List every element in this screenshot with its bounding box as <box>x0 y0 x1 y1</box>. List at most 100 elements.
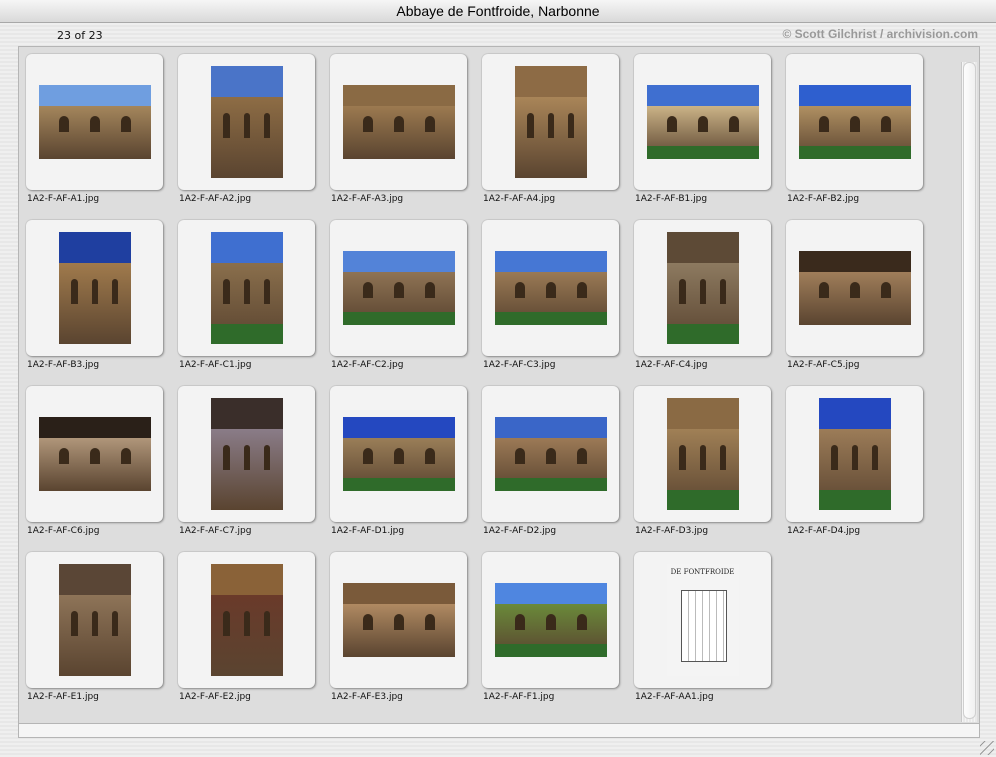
thumbnail-image[interactable] <box>494 251 607 325</box>
slide-frame[interactable] <box>634 220 771 356</box>
thumbnail-filename: 1A2-F-AF-E2.jpg <box>179 692 251 702</box>
slide-frame[interactable] <box>330 386 467 522</box>
thumbnail-image[interactable] <box>666 232 739 344</box>
thumbnail-item[interactable]: 1A2-F-AF-E3.jpg <box>323 544 475 702</box>
thumbnail-image[interactable] <box>342 583 455 657</box>
thumbnail-item[interactable]: 1A2-F-AF-B3.jpg <box>19 212 171 370</box>
thumbnail-item[interactable]: 1A2-F-AF-C3.jpg <box>475 212 627 370</box>
thumbnail-image[interactable] <box>210 564 283 676</box>
thumbnail-image[interactable] <box>494 417 607 491</box>
thumbnail-image[interactable] <box>666 398 739 510</box>
thumbnail-item[interactable]: 1A2-F-AF-E1.jpg <box>19 544 171 702</box>
thumbnail-filename: 1A2-F-AF-A2.jpg <box>179 194 252 204</box>
thumbnail-image[interactable] <box>494 583 607 657</box>
thumbnail-item[interactable]: 1A2-F-AF-C1.jpg <box>171 212 323 370</box>
slide-frame[interactable] <box>330 220 467 356</box>
thumbnail-image[interactable] <box>514 66 587 178</box>
slide-frame[interactable] <box>178 386 315 522</box>
thumbnail-image[interactable] <box>210 398 283 510</box>
thumbnail-image[interactable] <box>342 251 455 325</box>
thumbnail-filename: 1A2-F-AF-D2.jpg <box>483 526 557 536</box>
photo-sky <box>494 583 607 604</box>
photo-window <box>394 448 405 465</box>
resize-grip-icon[interactable] <box>980 741 994 755</box>
slide-frame[interactable] <box>482 220 619 356</box>
slide-frame[interactable] <box>634 386 771 522</box>
photo-window <box>850 282 861 299</box>
slide-frame[interactable] <box>482 552 619 688</box>
slide-frame[interactable]: DE FONTFROIDE <box>634 552 771 688</box>
thumbnail-item[interactable]: 1A2-F-AF-A4.jpg <box>475 46 627 204</box>
photo-sky <box>38 85 151 106</box>
slide-frame[interactable] <box>178 552 315 688</box>
thumbnail-item[interactable]: 1A2-F-AF-A3.jpg <box>323 46 475 204</box>
photo-vegetation <box>494 311 607 325</box>
thumbnail-item[interactable]: 1A2-F-AF-A1.jpg <box>19 46 171 204</box>
slide-frame[interactable] <box>786 220 923 356</box>
thumbnail-image[interactable] <box>818 398 891 510</box>
thumbnail-image[interactable] <box>58 232 131 344</box>
thumbnail-image[interactable] <box>58 564 131 676</box>
slide-frame[interactable] <box>178 220 315 356</box>
photo-window <box>223 279 230 304</box>
photo-window <box>514 448 525 465</box>
photo-window <box>263 113 271 138</box>
photo-building <box>514 97 587 178</box>
thumbnail-item[interactable]: 1A2-F-AF-A2.jpg <box>171 46 323 204</box>
photo-window <box>666 116 677 133</box>
thumbnail-item[interactable]: 1A2-F-AF-B2.jpg <box>779 46 931 204</box>
slide-frame[interactable] <box>786 54 923 190</box>
thumbnail-image[interactable] <box>342 417 455 491</box>
thumbnail-item[interactable]: 1A2-F-AF-C6.jpg <box>19 378 171 536</box>
slide-frame[interactable] <box>26 54 163 190</box>
thumbnail-image[interactable] <box>210 232 283 344</box>
photo-window <box>111 611 119 636</box>
photo-window <box>362 614 373 631</box>
thumbnail-item[interactable]: 1A2-F-AF-C2.jpg <box>323 212 475 370</box>
thumbnail-image[interactable] <box>798 251 911 325</box>
copyright-link[interactable]: © Scott Gilchrist / archivision.com <box>782 27 978 41</box>
slide-frame[interactable] <box>330 54 467 190</box>
thumbnail-item[interactable]: DE FONTFROIDE 1A2-F-AF-AA1.jpg <box>627 544 779 702</box>
photo-window <box>881 282 892 299</box>
thumbnail-item[interactable]: 1A2-F-AF-B1.jpg <box>627 46 779 204</box>
thumbnail-image[interactable] <box>210 66 283 178</box>
thumbnail-image[interactable] <box>646 85 759 159</box>
thumbnail-image[interactable] <box>342 85 455 159</box>
photo-building <box>210 429 283 510</box>
thumbnail-item[interactable]: 1A2-F-AF-E2.jpg <box>171 544 323 702</box>
slide-frame[interactable] <box>26 552 163 688</box>
thumbnail-filename: 1A2-F-AF-C7.jpg <box>179 526 252 536</box>
scrollbar-thumb[interactable] <box>963 62 976 719</box>
slide-frame[interactable] <box>26 220 163 356</box>
thumbnail-item[interactable]: 1A2-F-AF-D2.jpg <box>475 378 627 536</box>
slide-frame[interactable] <box>26 386 163 522</box>
horizontal-scrollbar[interactable] <box>18 723 980 738</box>
thumbnail-item[interactable]: 1A2-F-AF-D4.jpg <box>779 378 931 536</box>
slide-frame[interactable] <box>634 54 771 190</box>
photo-vegetation <box>342 311 455 325</box>
plan-caption: DE FONTFROIDE <box>670 568 735 576</box>
photo-window <box>71 279 78 304</box>
thumbnail-image[interactable] <box>38 417 151 491</box>
slide-frame[interactable] <box>330 552 467 688</box>
thumbnail-image[interactable] <box>798 85 911 159</box>
thumbnail-image[interactable]: DE FONTFROIDE <box>666 564 739 676</box>
thumbnail-image[interactable] <box>38 85 151 159</box>
thumbnail-filename: 1A2-F-AF-C2.jpg <box>331 360 404 370</box>
photo-window <box>90 448 101 465</box>
thumbnail-item[interactable]: 1A2-F-AF-C5.jpg <box>779 212 931 370</box>
slide-frame[interactable] <box>482 386 619 522</box>
slide-frame[interactable] <box>178 54 315 190</box>
photo-window <box>263 611 271 636</box>
thumbnail-item[interactable]: 1A2-F-AF-C4.jpg <box>627 212 779 370</box>
thumbnail-item[interactable]: 1A2-F-AF-F1.jpg <box>475 544 627 702</box>
thumbnail-item[interactable]: 1A2-F-AF-D3.jpg <box>627 378 779 536</box>
slide-frame[interactable] <box>786 386 923 522</box>
photo-vegetation <box>494 477 607 491</box>
thumbnail-item[interactable]: 1A2-F-AF-D1.jpg <box>323 378 475 536</box>
photo-sky <box>58 564 131 596</box>
thumbnail-item[interactable]: 1A2-F-AF-C7.jpg <box>171 378 323 536</box>
slide-frame[interactable] <box>482 54 619 190</box>
photo-window <box>514 614 525 631</box>
